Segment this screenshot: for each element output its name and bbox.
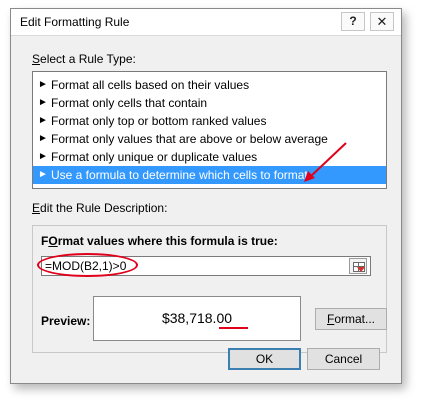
title-bar: Edit Formatting Rule ? ✕ [11, 9, 401, 36]
preview-label: Preview: [41, 314, 91, 328]
rule-type-item[interactable]: ► Format only unique or duplicate values [33, 148, 386, 166]
bullet-arrow-icon: ► [38, 79, 48, 90]
ok-button[interactable]: OK [228, 348, 301, 370]
rule-type-item[interactable]: ► Format all cells based on their values [33, 76, 386, 94]
bullet-arrow-icon: ► [38, 133, 48, 144]
rule-type-list[interactable]: ► Format all cells based on their values … [32, 71, 387, 189]
preview-box: $38,718.00 [93, 296, 301, 341]
rule-type-item-selected[interactable]: ► Use a formula to determine which cells … [33, 166, 386, 184]
rule-type-item[interactable]: ► Format only cells that contain [33, 94, 386, 112]
close-icon[interactable]: ✕ [370, 12, 394, 31]
bullet-arrow-icon: ► [38, 151, 48, 162]
dialog-title: Edit Formatting Rule [20, 15, 130, 29]
cancel-button[interactable]: Cancel [307, 348, 380, 370]
preview-value: $38,718.00 [161, 310, 233, 326]
format-button[interactable]: Format... [315, 308, 387, 330]
rule-description-label: Edit the Rule Description: [32, 201, 168, 215]
rule-type-label: Select a Rule Type: [32, 52, 136, 66]
bullet-arrow-icon: ► [38, 115, 48, 126]
collapse-dialog-icon[interactable] [349, 258, 367, 274]
help-icon[interactable]: ? [341, 12, 365, 31]
bullet-arrow-icon: ► [38, 97, 48, 108]
rule-type-item[interactable]: ► Format only values that are above or be… [33, 130, 386, 148]
formula-input[interactable]: =MOD(B2,1)>0 [37, 253, 371, 277]
rule-description-group: FOrmat values where this formula is true… [32, 225, 387, 353]
edit-formatting-rule-dialog: Edit Formatting Rule ? ✕ Select a Rule T… [10, 8, 402, 384]
bullet-arrow-icon: ► [38, 169, 48, 180]
annotation-underline [219, 327, 248, 329]
formula-heading: FOrmat values where this formula is true… [41, 234, 278, 248]
formula-value: =MOD(B2,1)>0 [45, 259, 127, 273]
rule-type-item[interactable]: ► Format only top or bottom ranked values [33, 112, 386, 130]
